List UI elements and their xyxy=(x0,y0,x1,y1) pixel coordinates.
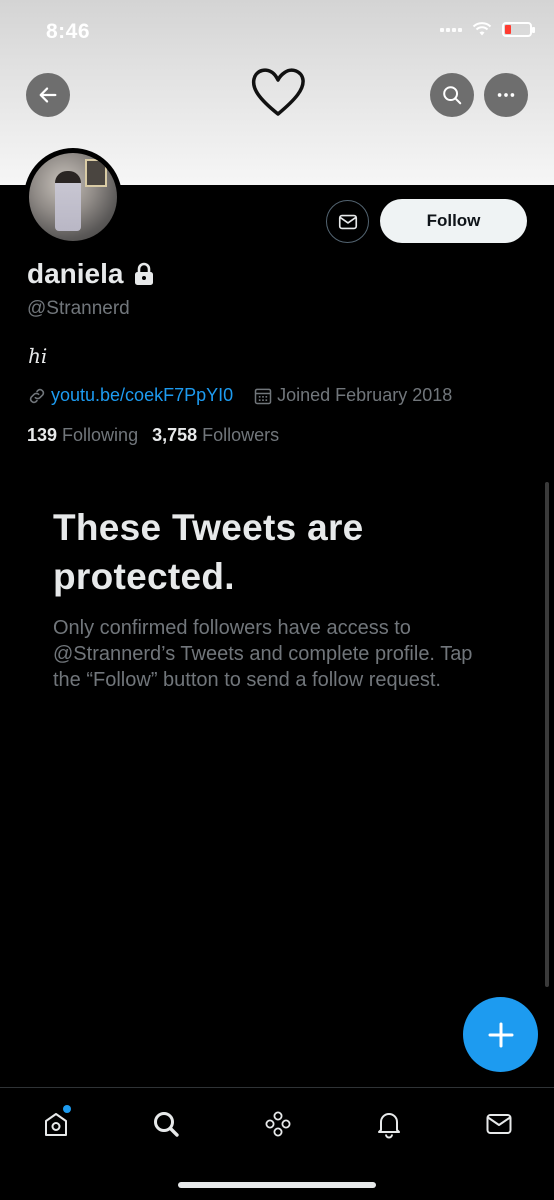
avatar[interactable] xyxy=(24,148,122,246)
followers-label: Followers xyxy=(202,425,280,445)
lock-icon xyxy=(135,262,154,285)
back-arrow-icon xyxy=(39,87,57,103)
protected-body: Only confirmed followers have access to … xyxy=(53,617,473,691)
envelope-icon xyxy=(486,1114,512,1134)
home-notification-dot xyxy=(63,1105,71,1113)
profile-handle: @Strannerd xyxy=(27,298,130,319)
message-button[interactable] xyxy=(326,200,369,243)
home-indicator xyxy=(178,1182,376,1188)
followers-count: 3,758 xyxy=(152,425,198,445)
more-button[interactable] xyxy=(484,73,528,117)
status-icons xyxy=(440,22,535,37)
envelope-icon xyxy=(338,214,357,229)
tab-home[interactable] xyxy=(36,1104,76,1144)
followers-stat[interactable]: 3,758 Followers xyxy=(152,425,279,446)
joined-date: Joined February 2018 xyxy=(277,385,453,405)
spaces-icon xyxy=(265,1111,291,1137)
heart-icon xyxy=(251,68,305,116)
joined-info: Joined February 2018 xyxy=(253,385,452,406)
tab-search[interactable] xyxy=(146,1104,186,1144)
following-count: 139 xyxy=(27,425,58,445)
tab-notifications[interactable] xyxy=(369,1104,409,1144)
protected-title: These Tweets are protected. xyxy=(53,507,364,597)
search-icon xyxy=(154,1112,179,1137)
following-stat[interactable]: 139 Following xyxy=(27,425,138,446)
calendar-icon xyxy=(254,388,272,404)
status-time: 8:46 xyxy=(46,20,91,43)
search-button[interactable] xyxy=(430,73,474,117)
battery-icon xyxy=(502,22,535,37)
signal-icon xyxy=(440,27,462,32)
protected-notice: These Tweets are protected. Only confirm… xyxy=(53,503,493,693)
avatar-frame-detail xyxy=(85,159,107,187)
plus-icon xyxy=(488,1022,513,1047)
back-button[interactable] xyxy=(26,73,70,117)
tab-messages[interactable] xyxy=(479,1104,519,1144)
home-icon xyxy=(45,1113,67,1136)
compose-tweet-button[interactable] xyxy=(463,997,538,1072)
scrollbar[interactable] xyxy=(545,482,549,987)
link-icon xyxy=(29,388,45,403)
profile-bio: ℎ𝑖 xyxy=(28,344,48,368)
search-icon xyxy=(443,86,462,105)
wifi-icon xyxy=(472,22,492,36)
follow-button[interactable]: Follow xyxy=(380,199,527,243)
bell-icon xyxy=(378,1113,400,1139)
profile-stats: 139 Following 3,758 Followers xyxy=(27,425,279,446)
profile-link[interactable]: youtu.be/coekF7PpYI0 xyxy=(51,385,233,406)
tab-spaces[interactable] xyxy=(258,1104,298,1144)
following-label: Following xyxy=(62,425,139,445)
display-name: daniela xyxy=(27,258,155,290)
avatar-image xyxy=(29,153,117,241)
avatar-figure-detail xyxy=(55,171,81,231)
display-name-text: daniela xyxy=(27,258,124,289)
more-icon xyxy=(497,93,515,97)
profile-meta: youtu.be/coekF7PpYI0 Joined February 201… xyxy=(27,385,452,406)
